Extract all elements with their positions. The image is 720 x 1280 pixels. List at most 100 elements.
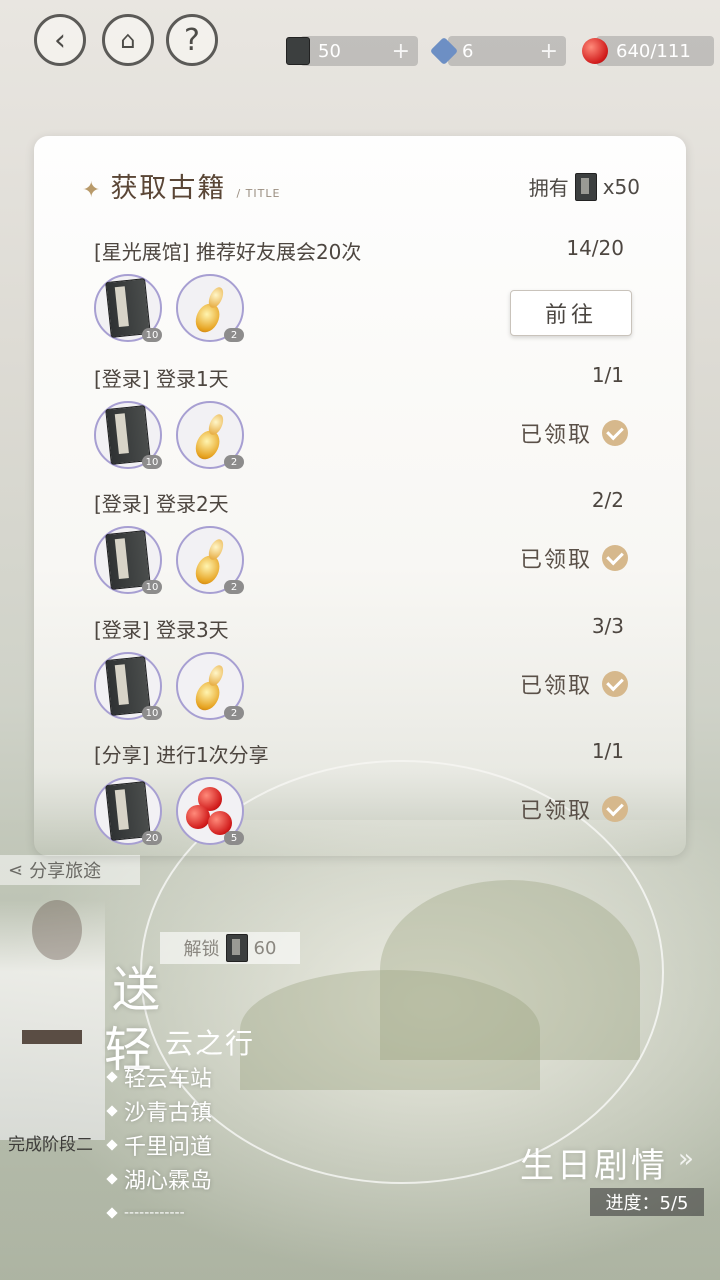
owned-count: 拥有 x50 [529,172,640,201]
diamond-icon [106,1105,118,1117]
book-icon [574,172,597,201]
check-icon [602,796,628,822]
apple-count: 640/111 [616,40,691,62]
reward-list: 10 2 [94,652,244,720]
reward-list: 10 2 [94,274,244,342]
task-progress: 1/1 [591,363,624,387]
unlock-cost: 60 [253,937,277,959]
reward-qty: 10 [142,706,162,720]
share-label: 分享旅途 [29,861,102,882]
stage-done-label: 完成阶段二 [8,1135,93,1155]
task-row: [登录] 登录2天 2/2 10 2 已领取 [94,488,628,608]
claimed-status: 已领取 [520,417,628,449]
add-book-icon[interactable]: + [392,39,410,64]
reward-item[interactable]: 10 [94,526,162,594]
station-label: 湖心霖岛 [124,1169,213,1194]
reward-qty: 10 [142,580,162,594]
share-icon: ⋖ [8,859,24,881]
claimed-label: 已领取 [519,548,592,573]
share-journey-button[interactable]: ⋖ 分享旅途 [0,855,140,885]
apple-icon [582,38,608,64]
chevron-right-icon: » [678,1144,694,1174]
station-label: 千里问道 [124,1135,213,1160]
character-figure[interactable] [0,900,105,1140]
top-bar: ‹ ⌂ ? 50 + 6 + 640/111 [0,0,720,80]
task-row: [登录] 登录3天 3/3 10 2 已领取 [94,614,628,734]
station-label: 沙青古镇 [124,1101,213,1126]
task-name: [登录] 登录3天 [94,618,229,642]
reward-qty: 2 [224,706,244,720]
book-resource[interactable]: 50 + [286,36,418,66]
reward-list: 20 5 [94,777,244,845]
reward-list: 10 2 [94,526,244,594]
reward-item[interactable]: 10 [94,652,162,720]
acquire-books-panel: ✦ 获取古籍 / TITLE 拥有 x50 [星光展馆] 推荐好友展会20次 1… [34,136,686,856]
owned-value: x50 [602,174,640,199]
reward-qty: 10 [142,455,162,469]
station-item: ------------ [106,1196,212,1230]
apple-icon [184,785,236,837]
claimed-label: 已领取 [519,799,592,824]
birthday-story-button[interactable]: 生日剧情 [520,1138,668,1187]
book-count: 50 [318,40,341,62]
panel-title: 获取古籍 [110,173,227,204]
panel-subtitle: / TITLE [236,187,281,200]
add-crystal-icon[interactable]: + [540,39,558,64]
task-row: [登录] 登录1天 1/1 10 2 已领取 [94,363,628,483]
crystal-resource[interactable]: 6 + [429,36,566,66]
sparkle-icon: ✦ [82,178,101,203]
goto-button[interactable]: 前往 [510,290,632,336]
station-item: 湖心霖岛 [106,1162,213,1196]
task-progress: 3/3 [591,614,624,638]
claimed-status: 已领取 [520,542,628,574]
home-button[interactable]: ⌂ [102,14,154,66]
check-icon [602,671,628,697]
station-item: 千里问道 [106,1128,213,1162]
check-icon [602,545,628,571]
task-progress: 14/20 [566,236,624,260]
unlock-tag[interactable]: 解锁 60 [160,932,300,964]
book-icon [225,934,248,962]
reward-item[interactable]: 2 [176,401,244,469]
task-name: [星光展馆] 推荐好友展会20次 [94,240,362,264]
back-icon: ‹ [54,22,66,58]
crystal-icon [429,36,459,66]
reward-item[interactable]: 2 [176,274,244,342]
task-row: [分享] 进行1次分享 1/1 20 5 已领取 [94,739,628,859]
crystal-count: 6 [462,40,474,62]
station-label: 轻云车站 [124,1067,213,1092]
unlock-label: 解锁 [183,939,220,960]
claimed-status: 已领取 [520,793,628,825]
diamond-icon [106,1071,118,1083]
reward-list: 10 2 [94,401,244,469]
reward-item[interactable]: 2 [176,526,244,594]
reward-item[interactable]: 10 [94,274,162,342]
reward-qty: 10 [142,328,162,342]
check-icon [602,420,628,446]
owned-label: 拥有 [528,176,569,200]
progress-label: 进度：5/5 [590,1188,704,1216]
reward-qty: 20 [142,831,162,845]
panel-header: ✦ 获取古籍 / TITLE [82,166,280,205]
diamond-icon [106,1139,118,1151]
diamond-icon [106,1173,118,1185]
home-icon: ⌂ [120,26,136,54]
book-icon [286,37,310,65]
help-button[interactable]: ? [166,14,218,66]
reward-item[interactable]: 2 [176,652,244,720]
apple-resource[interactable]: 640/111 [582,36,714,66]
reward-item[interactable]: 5 [176,777,244,845]
back-button[interactable]: ‹ [34,14,86,66]
task-name: [登录] 登录2天 [94,492,229,516]
reward-item[interactable]: 20 [94,777,162,845]
claimed-label: 已领取 [519,674,592,699]
reward-qty: 5 [224,831,244,845]
reward-qty: 2 [224,455,244,469]
task-name: [分享] 进行1次分享 [94,743,269,767]
diamond-icon [106,1207,118,1219]
route-title: 云之行 [165,1027,256,1060]
claimed-status: 已领取 [520,668,628,700]
station-item: 轻云车站 [106,1060,213,1094]
reward-item[interactable]: 10 [94,401,162,469]
question-icon: ? [184,22,200,58]
